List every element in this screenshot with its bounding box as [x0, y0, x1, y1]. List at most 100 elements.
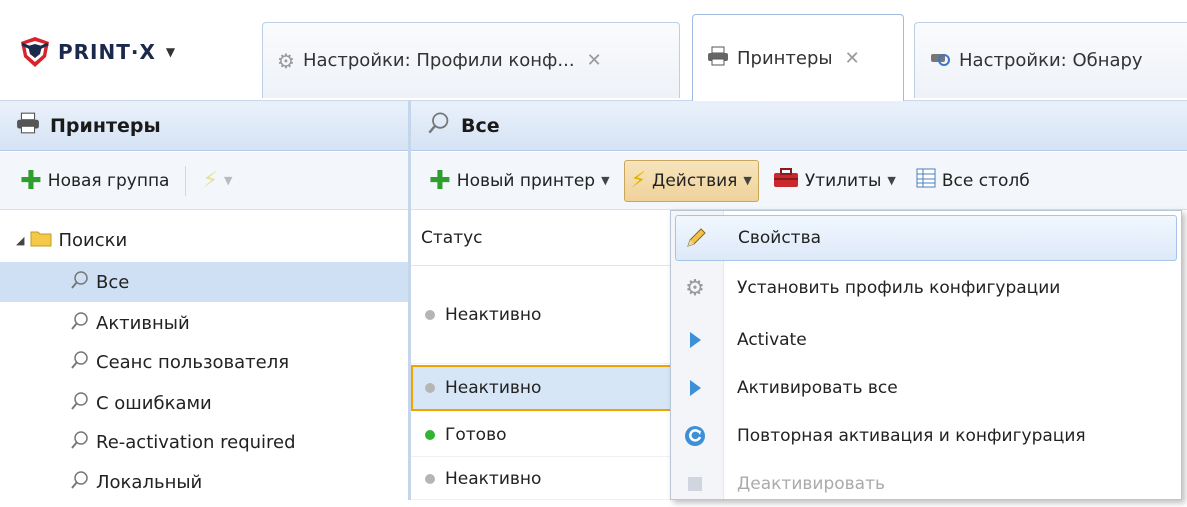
tree-node-searches[interactable]: ◢ Поиски: [0, 220, 408, 260]
printer-icon: [16, 112, 40, 139]
table-row[interactable]: Неактивно: [411, 266, 681, 364]
status-dot-icon: [425, 383, 435, 393]
utilities-label: Утилиты: [804, 170, 882, 191]
tree-node-label: Поиски: [58, 229, 128, 251]
chevron-down-icon: ▼: [223, 174, 233, 187]
printer-icon: [707, 46, 729, 71]
search-icon: [70, 311, 90, 336]
menu-item-set-config-profile[interactable]: ⚙ Установить профиль конфигурации: [675, 265, 1177, 311]
expand-arrow-icon: ◢: [16, 233, 25, 247]
lightning-icon: ⚡: [630, 168, 647, 193]
tree-item-errors[interactable]: С ошибками: [0, 383, 408, 423]
close-icon[interactable]: ✕: [845, 48, 860, 69]
tab-printers[interactable]: Принтеры ✕: [692, 14, 904, 101]
table-row[interactable]: Неактивно: [411, 458, 681, 500]
actions-button[interactable]: ⚡ Действия ▼: [623, 159, 759, 202]
search-icon: [70, 470, 90, 495]
chevron-down-icon: ▼: [743, 174, 752, 187]
actions-label: Действия: [652, 170, 738, 191]
tab-settings-profiles[interactable]: ⚙ Настройки: Профили конф... ✕: [262, 22, 680, 98]
status-dot-icon: [425, 429, 435, 440]
tree-item-user-session[interactable]: Сеанс пользователя: [0, 342, 408, 382]
menu-item-label: Деактивировать: [737, 474, 885, 494]
actions-menu: Свойства ⚙ Установить профиль конфигурац…: [670, 210, 1182, 500]
tree-item-label: Re-activation required: [96, 431, 296, 453]
menu-item-activate-all[interactable]: Активировать все: [675, 365, 1177, 411]
play-icon: [675, 331, 715, 349]
toolbar-separator: [185, 165, 187, 196]
search-icon: [70, 391, 90, 416]
tree-item-local[interactable]: Локальный: [0, 462, 408, 502]
play-icon: [675, 379, 715, 397]
menu-item-deactivate: Деактивировать: [675, 461, 1177, 507]
status-cell: Неактивно: [445, 468, 542, 489]
search-icon: [70, 430, 90, 455]
tab-settings-discovery[interactable]: Настройки: Обнару: [914, 22, 1187, 98]
chevron-down-icon: ▼: [165, 45, 176, 59]
menu-item-label: Свойства: [738, 228, 822, 248]
tree-item-active[interactable]: Активный: [0, 303, 408, 343]
new-group-label: Новая группа: [47, 170, 170, 191]
tree-item-label: Локальный: [96, 471, 203, 493]
new-printer-button[interactable]: ✚ Новый принтер ▼: [423, 161, 616, 201]
status-cell: Готово: [445, 424, 507, 445]
brand-menu[interactable]: PRINT·X ▼: [18, 35, 175, 69]
left-toolbar: ✚ Новая группа ⚡ ▼: [0, 152, 408, 210]
menu-item-label: Активировать все: [737, 378, 898, 398]
menu-item-properties[interactable]: Свойства: [675, 215, 1177, 261]
tree-item-label: Активный: [96, 312, 190, 334]
stop-icon: [675, 475, 715, 493]
gear-icon: ⚙: [277, 48, 295, 73]
search-icon: [70, 270, 90, 295]
table-row[interactable]: Готово: [411, 413, 681, 457]
left-actions-button[interactable]: ⚡ ▼: [196, 161, 238, 201]
close-icon[interactable]: ✕: [587, 50, 602, 71]
chevron-down-icon: ▼: [601, 174, 610, 187]
shield-logo-icon: [21, 37, 49, 67]
tree-item-label: Сеанс пользователя: [96, 351, 290, 373]
brand-name: PRINT·X: [58, 40, 156, 64]
status-dot-icon: [425, 309, 435, 320]
table-icon: [916, 168, 936, 193]
menu-item-label: Activate: [737, 330, 807, 350]
top-bar: PRINT·X ▼ ⚙ Настройки: Профили конф... ✕…: [0, 0, 1187, 101]
table-row-selected[interactable]: Неактивно: [411, 365, 681, 411]
tab-label: Настройки: Профили конф...: [302, 50, 575, 71]
plus-icon: ✚: [20, 165, 42, 196]
tree-item-label: Все: [96, 271, 130, 293]
toolbox-icon: [773, 168, 799, 193]
plus-icon: ✚: [429, 165, 451, 196]
tree-item-label: С ошибками: [96, 392, 212, 414]
columns-button[interactable]: Все столб: [910, 161, 1036, 201]
status-dot-icon: [425, 473, 435, 484]
tree-item-all[interactable]: Все: [0, 262, 408, 302]
column-header-label: Статус: [421, 227, 483, 248]
tab-label: Принтеры: [737, 47, 833, 69]
lightning-icon: ⚡: [202, 168, 218, 193]
folder-icon: [30, 229, 52, 252]
column-header-status[interactable]: Статус: [411, 210, 681, 266]
menu-item-label: Повторная активация и конфигурация: [737, 426, 1086, 446]
menu-item-label: Установить профиль конфигурации: [737, 278, 1061, 298]
left-panel-header: Принтеры: [0, 101, 408, 151]
menu-item-reactivate-configure[interactable]: Повторная активация и конфигурация: [675, 413, 1177, 459]
menu-item-activate[interactable]: Activate: [675, 317, 1177, 363]
status-cell: Неактивно: [445, 304, 542, 325]
tree-item-reactivation[interactable]: Re-activation required: [0, 422, 408, 462]
chevron-down-icon: ▼: [887, 174, 896, 187]
panel-title: Принтеры: [50, 114, 161, 137]
search-icon: [70, 350, 90, 375]
pencil-icon: [676, 227, 716, 249]
refresh-icon: [675, 425, 715, 447]
new-group-button[interactable]: ✚ Новая группа: [14, 161, 175, 201]
columns-label: Все столб: [941, 170, 1030, 191]
gear-icon: ⚙: [685, 275, 705, 301]
right-toolbar: ✚ Новый принтер ▼ ⚡ Действия ▼ Утилиты ▼…: [411, 152, 1187, 210]
status-cell: Неактивно: [445, 378, 542, 398]
utilities-button[interactable]: Утилиты ▼: [767, 161, 902, 201]
panel-title: Все: [461, 114, 500, 137]
discovery-icon: [929, 48, 951, 73]
tab-label: Настройки: Обнару: [959, 50, 1143, 71]
search-icon: [427, 111, 451, 140]
right-panel-header: Все: [411, 101, 1187, 151]
